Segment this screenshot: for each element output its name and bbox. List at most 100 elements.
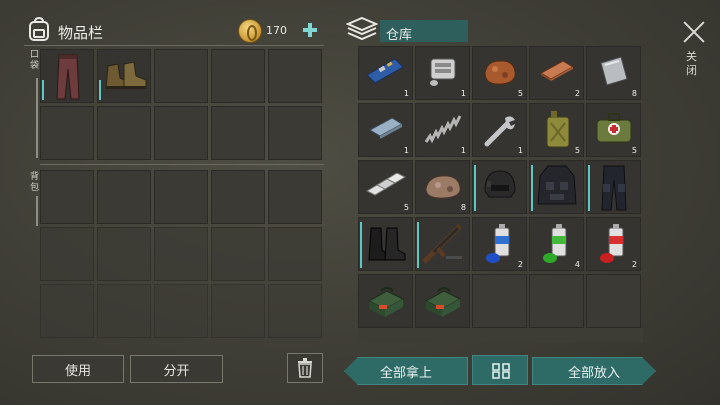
backpack-section-label: 背包 bbox=[30, 172, 40, 193]
backpack-slot-locked bbox=[211, 227, 265, 281]
storage-scroll-fade bbox=[358, 328, 643, 342]
pocket-slot-empty[interactable] bbox=[268, 49, 322, 103]
grid-sort-icon bbox=[492, 363, 510, 379]
backpack-slot-locked bbox=[97, 227, 151, 281]
pocket-slot-empty[interactable] bbox=[97, 106, 151, 160]
backpack-icon bbox=[26, 16, 52, 42]
storage-slot[interactable]: 5 bbox=[358, 160, 413, 214]
inventory-title: 物品栏 bbox=[58, 24, 104, 42]
storage-slot[interactable] bbox=[358, 274, 413, 328]
backpack-slot-locked bbox=[154, 227, 208, 281]
pocket-slot-empty[interactable] bbox=[211, 106, 265, 160]
backpack-slot-locked bbox=[268, 284, 322, 338]
storage-slot[interactable]: 1 bbox=[472, 103, 527, 157]
copper-ore-icon bbox=[484, 60, 516, 85]
wrench-icon bbox=[484, 116, 515, 147]
storage-slot[interactable]: 2 bbox=[472, 217, 527, 271]
pocket-slot-empty[interactable] bbox=[268, 106, 322, 160]
pocket-slot[interactable] bbox=[97, 49, 151, 103]
spring-icon bbox=[424, 115, 462, 144]
pocket-slot-empty[interactable] bbox=[211, 49, 265, 103]
pocket-section-line bbox=[36, 78, 38, 158]
engine-part-icon bbox=[430, 58, 456, 86]
backpack-section-line bbox=[36, 196, 38, 226]
spray-can-green-icon bbox=[543, 224, 567, 263]
storage-slot[interactable] bbox=[586, 160, 641, 214]
storage-slot[interactable]: 2 bbox=[586, 217, 641, 271]
copper-ingot-icon bbox=[539, 60, 575, 81]
backpack-slot-locked bbox=[40, 284, 94, 338]
jerry-can-icon bbox=[546, 111, 570, 148]
storage-slot[interactable]: 8 bbox=[415, 160, 470, 214]
pocket-slot-empty[interactable] bbox=[154, 49, 208, 103]
backpack-slot-locked bbox=[40, 227, 94, 281]
trash-button[interactable] bbox=[287, 353, 323, 383]
storage-slot[interactable]: 4 bbox=[529, 217, 584, 271]
storage-slot[interactable]: 8 bbox=[586, 46, 641, 100]
first-aid-bag-icon bbox=[596, 113, 632, 143]
coin-count: 170 bbox=[266, 24, 287, 37]
storage-slot-empty[interactable] bbox=[472, 274, 527, 328]
trash-icon bbox=[298, 358, 312, 378]
storage-slot[interactable]: 5 bbox=[529, 103, 584, 157]
storage-slot[interactable]: 2 bbox=[529, 46, 584, 100]
storage-slot-empty[interactable] bbox=[529, 274, 584, 328]
combat-boots-icon bbox=[368, 227, 406, 261]
aluminum-bars-icon bbox=[365, 173, 407, 196]
ammo-crate-icon bbox=[424, 287, 462, 317]
metal-plate-icon bbox=[600, 56, 628, 86]
storage-slot[interactable]: 1 bbox=[415, 46, 470, 100]
storage-slot[interactable]: 5 bbox=[586, 103, 641, 157]
pocket-slot[interactable] bbox=[40, 49, 94, 103]
backpack-slot-empty[interactable] bbox=[154, 170, 208, 224]
iron-ore-icon bbox=[425, 175, 461, 199]
sort-button[interactable] bbox=[472, 355, 528, 385]
put-all-button[interactable]: 全部放入 bbox=[532, 357, 656, 385]
ammo-crate-icon bbox=[367, 287, 405, 317]
coin-icon bbox=[238, 19, 262, 43]
storage-slot[interactable] bbox=[472, 160, 527, 214]
split-button[interactable]: 分开 bbox=[130, 355, 223, 383]
backpack-slot-empty[interactable] bbox=[40, 170, 94, 224]
take-all-button[interactable]: 全部拿上 bbox=[344, 357, 468, 385]
add-coins-button[interactable] bbox=[296, 16, 324, 44]
combat-helmet-icon bbox=[484, 170, 516, 198]
storage-icon bbox=[345, 16, 379, 44]
spray-can-blue-icon bbox=[486, 224, 510, 263]
header-divider bbox=[24, 45, 324, 46]
backpack-slot-locked bbox=[211, 284, 265, 338]
storage-slot[interactable]: 5 bbox=[472, 46, 527, 100]
storage-slot[interactable] bbox=[529, 160, 584, 214]
boots-icon bbox=[105, 62, 147, 89]
spray-can-red-icon bbox=[600, 224, 624, 263]
backpack-grid bbox=[40, 170, 322, 338]
storage-slot[interactable]: 1 bbox=[415, 103, 470, 157]
close-label[interactable]: 关闭 bbox=[686, 50, 700, 78]
backpack-slot-locked bbox=[154, 284, 208, 338]
trousers-icon bbox=[56, 54, 80, 100]
tactical-pants-icon bbox=[601, 165, 627, 211]
backpack-slot-locked bbox=[268, 227, 322, 281]
pocket-section-label: 口袋 bbox=[30, 50, 40, 71]
storage-slot[interactable]: 1 bbox=[358, 103, 413, 157]
storage-grid: 1 1 5 2 8 1 1 1 5 5 5 8 2 4 2 bbox=[358, 46, 641, 328]
close-button[interactable] bbox=[682, 20, 706, 44]
storage-slot[interactable] bbox=[415, 217, 470, 271]
pocket-slot-empty[interactable] bbox=[40, 106, 94, 160]
section-divider bbox=[40, 164, 324, 165]
storage-slot[interactable]: 1 bbox=[358, 46, 413, 100]
backpack-slot-empty[interactable] bbox=[268, 170, 322, 224]
backpack-slot-empty[interactable] bbox=[211, 170, 265, 224]
storage-slot-empty[interactable] bbox=[586, 274, 641, 328]
steel-ingot-icon bbox=[368, 117, 404, 139]
use-button[interactable]: 使用 bbox=[32, 355, 124, 383]
circuit-board-icon bbox=[366, 58, 404, 84]
assault-rifle-icon bbox=[422, 224, 462, 264]
backpack-slot-locked bbox=[97, 284, 151, 338]
backpack-slot-empty[interactable] bbox=[97, 170, 151, 224]
tactical-vest-icon bbox=[537, 165, 577, 205]
storage-slot[interactable] bbox=[415, 274, 470, 328]
pocket-grid bbox=[40, 49, 322, 160]
storage-slot[interactable] bbox=[358, 217, 413, 271]
pocket-slot-empty[interactable] bbox=[154, 106, 208, 160]
